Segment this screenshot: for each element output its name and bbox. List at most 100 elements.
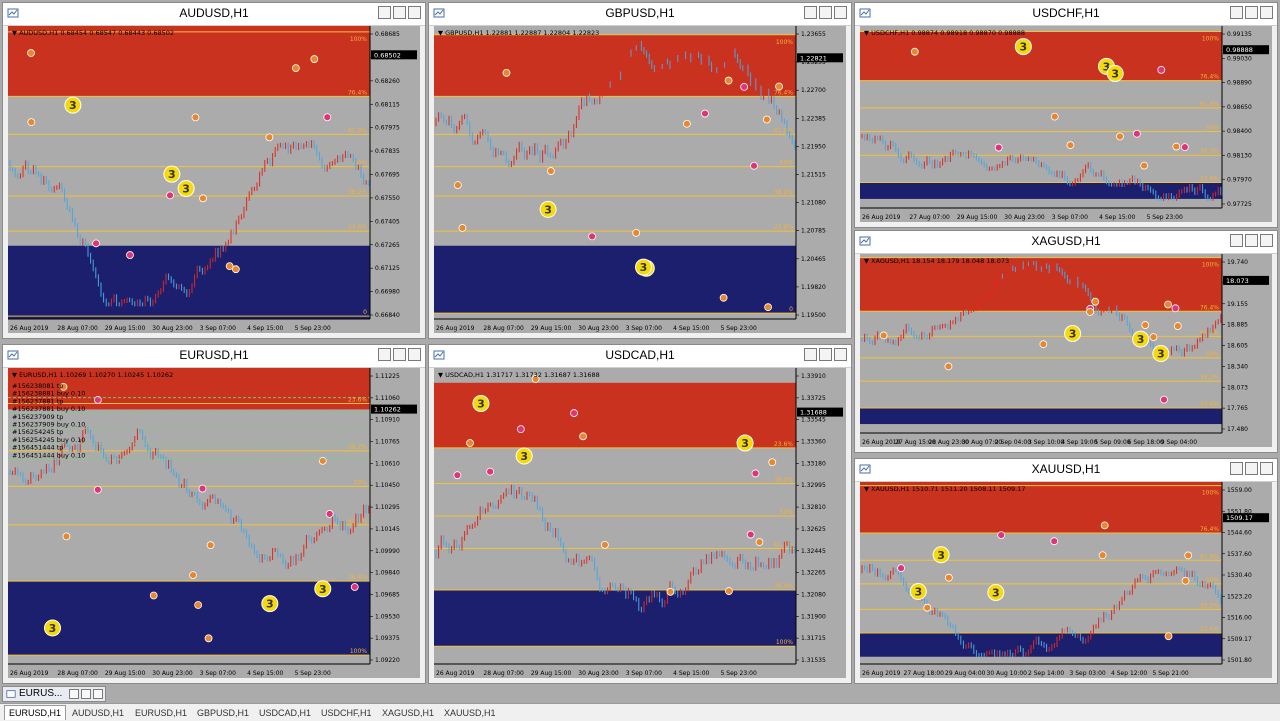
close-button[interactable] xyxy=(1260,234,1273,247)
window-titlebar[interactable]: USDCAD,H1 xyxy=(429,345,851,368)
wave-3-label: 3 xyxy=(741,437,749,450)
price-tick-label: 1.10610 xyxy=(375,460,400,467)
tab-usdchf[interactable]: USDCHF,H1 xyxy=(317,706,376,720)
price-chart[interactable]: 100% 76.4% 61.8% 50% 38.2% 23.6% 3 3 3 ▼ XAGUSD,H… xyxy=(860,254,1272,447)
price-tick-label: 1.33180 xyxy=(801,460,826,467)
chart-window-eurusd[interactable]: EURUSD,H1 23.6% 38.2% 50% 61.8% 76.4% 100% 3 3 3… xyxy=(2,344,426,684)
price-chart[interactable]: 100% 76.4% 61.8% 50% 38.2% 23.6% 3 3 3 ▼ USDCHF,H… xyxy=(860,26,1272,222)
restore-button[interactable] xyxy=(1245,234,1258,247)
price-tick-label: 0.99135 xyxy=(1227,31,1252,38)
time-tick-label: 4 Sep 15:00 xyxy=(1099,214,1135,221)
time-tick-label: 3 Sep 10:00 xyxy=(1028,439,1064,446)
wave-marker xyxy=(191,113,200,122)
time-tick-label: 26 Aug 2019 xyxy=(862,670,901,677)
tab-eurusd[interactable]: EURUSD,H1 xyxy=(131,706,191,720)
tab-eurusd-active[interactable]: EURUSD,H1 xyxy=(4,705,67,720)
restore-button[interactable] xyxy=(1245,462,1258,475)
resistance-zone xyxy=(860,31,1222,81)
close-button[interactable] xyxy=(408,6,421,19)
restore-button[interactable] xyxy=(1245,6,1258,19)
wave-marker xyxy=(149,591,158,600)
price-chart[interactable]: 23.6% 38.2% 50% 61.8% 76.4% 100% 3 3 3 ▼ EURUSD,H… xyxy=(8,368,420,678)
time-tick-label: 3 Sep 07:00 xyxy=(200,670,236,677)
wave-marker xyxy=(1050,112,1059,121)
wave-3-label: 3 xyxy=(520,450,528,463)
price-chart[interactable]: 100% 76.4% 61.8% 50% 38.2% 23.6% 0 3 3 3 ▼ AUDUSD,… xyxy=(8,26,420,333)
wave-marker xyxy=(486,467,495,476)
close-button[interactable] xyxy=(408,348,421,361)
fib-level-label: 76.4% xyxy=(348,89,367,96)
price-chart[interactable]: 100% 76.4% 61.8% 50% 38.2% 23.6% 3 3 3 ▼ XAUUSD,H… xyxy=(860,482,1272,678)
wave-3-label: 3 xyxy=(992,586,1000,599)
tab-xauusd[interactable]: XAUUSD,H1 xyxy=(440,706,500,720)
minimized-window-eurusd[interactable]: EURUS... xyxy=(2,686,106,702)
tab-xagusd[interactable]: XAGUSD,H1 xyxy=(378,706,438,720)
chart-window-audusd[interactable]: AUDUSD,H1 100% 76.4% 61.8% 50% 38.2% 23.6% 0 3 3… xyxy=(2,2,426,339)
time-tick-label: 26 Aug 2019 xyxy=(862,214,901,221)
chart-window-usdcad[interactable]: USDCAD,H1 23.6% 38.2% 50% 61.8% 76.4% 100% 3 3 3… xyxy=(428,344,852,684)
minimize-button[interactable] xyxy=(1230,6,1243,19)
tab-audusd[interactable]: AUDUSD,H1 xyxy=(68,706,128,720)
wave-marker xyxy=(310,55,319,63)
price-tick-label: 1.32625 xyxy=(801,526,826,533)
chart-canvas[interactable]: 23.6%38.2%50%61.8%76.4%100%333▼ EURUSD,H… xyxy=(8,368,420,678)
fib-level-label: 50% xyxy=(1206,125,1220,132)
price-chart[interactable]: 100%76.4%61.8%50%38.2%23.6%0333▼ GBPUSD,… xyxy=(434,26,846,333)
close-button[interactable] xyxy=(93,689,103,699)
restore-button[interactable] xyxy=(819,6,832,19)
close-button[interactable] xyxy=(1260,6,1273,19)
wave-marker xyxy=(588,232,596,241)
price-tick-label: 1.19820 xyxy=(801,284,826,291)
wave-marker xyxy=(206,541,215,550)
fib-level-label: 61.8% xyxy=(348,518,367,525)
chart-window-xagusd[interactable]: XAGUSD,H1 100% 76.4% 61.8% 50% 38.2% 23.6% 3 3 3… xyxy=(854,230,1278,453)
price-tick-label: 1.09840 xyxy=(375,570,400,577)
wave-marker xyxy=(897,564,905,573)
window-titlebar[interactable]: USDCHF,H1 xyxy=(855,3,1277,26)
fib-level-label: 50% xyxy=(780,160,794,167)
restore-button[interactable] xyxy=(393,348,406,361)
close-button[interactable] xyxy=(1260,462,1273,475)
minimize-button[interactable] xyxy=(804,348,817,361)
fib-level-label: 38.2% xyxy=(1200,602,1219,609)
window-titlebar[interactable]: AUDUSD,H1 xyxy=(3,3,425,26)
minimize-button[interactable] xyxy=(378,6,391,19)
chart-window-gbpusd[interactable]: GBPUSD,H1 100% 76.4% 61.8% 50% 38.2% 23.6% 0 3 3… xyxy=(428,2,852,339)
restore-button[interactable] xyxy=(393,6,406,19)
minimize-button[interactable] xyxy=(1230,234,1243,247)
chart-window-xauusd[interactable]: XAUUSD,H1 100% 76.4% 61.8% 50% 38.2% 23.6% 3 3 3… xyxy=(854,458,1278,684)
window-titlebar[interactable]: XAGUSD,H1 xyxy=(855,231,1277,254)
wave-marker xyxy=(231,265,240,274)
chart-canvas[interactable]: 100% 76.4% 61.8% 50% 38.2% 23.6% 3 3 3 ▼ XAUUSD,H… xyxy=(860,482,1272,678)
restore-button[interactable] xyxy=(819,348,832,361)
chart-canvas[interactable]: 100%76.4%61.8%50%38.2%23.6%0333▼ GBPUSD,… xyxy=(434,26,846,333)
chart-canvas[interactable]: 23.6% 38.2% 50% 61.8% 76.4% 100% 3 3 3 ▼ USDCAD,H… xyxy=(434,368,846,678)
fib-level-label: 38.2% xyxy=(348,189,367,196)
time-tick-label: 28 Aug 07:00 xyxy=(57,325,98,332)
minimize-button[interactable] xyxy=(804,6,817,19)
price-tick-label: 1.32445 xyxy=(801,548,826,555)
fib-level-label: 38.2% xyxy=(1200,374,1219,381)
window-titlebar[interactable]: EURUSD,H1 xyxy=(3,345,425,368)
close-button[interactable] xyxy=(834,6,847,19)
time-tick-label: 29 Aug 15:00 xyxy=(531,325,572,332)
tab-gbpusd[interactable]: GBPUSD,H1 xyxy=(193,706,253,720)
close-button[interactable] xyxy=(834,348,847,361)
current-price-value: 1.10262 xyxy=(374,406,401,414)
price-chart[interactable]: 23.6% 38.2% 50% 61.8% 76.4% 100% 3 3 3 ▼ USDCAD,H… xyxy=(434,368,846,678)
chart-canvas[interactable]: 100%76.4%61.8%50%38.2%23.6%0333▼ AUDUSD,… xyxy=(8,26,420,333)
wave-marker xyxy=(944,362,953,371)
wave-3-label: 3 xyxy=(1157,348,1165,361)
minimize-button[interactable] xyxy=(378,348,391,361)
restore-button[interactable] xyxy=(69,689,79,699)
minimize-button[interactable] xyxy=(1230,462,1243,475)
chart-canvas[interactable]: 100%76.4%61.8%50%38.2%23.6%333▼ USDCHF,H… xyxy=(860,26,1272,222)
window-titlebar[interactable]: GBPUSD,H1 xyxy=(429,3,851,26)
chart-canvas[interactable]: 100%76.4%61.8%50%38.2%23.6%333▼ XAGUSD,H… xyxy=(860,254,1272,447)
price-tick-label: 0.68685 xyxy=(375,31,400,38)
chart-window-usdchf[interactable]: USDCHF,H1 100% 76.4% 61.8% 50% 38.2% 23.6% 3 3 3… xyxy=(854,2,1278,228)
maximize-button[interactable] xyxy=(81,689,91,699)
wave-3-label: 3 xyxy=(168,168,176,181)
tab-usdcad[interactable]: USDCAD,H1 xyxy=(255,706,315,720)
window-titlebar[interactable]: XAUUSD,H1 xyxy=(855,459,1277,482)
